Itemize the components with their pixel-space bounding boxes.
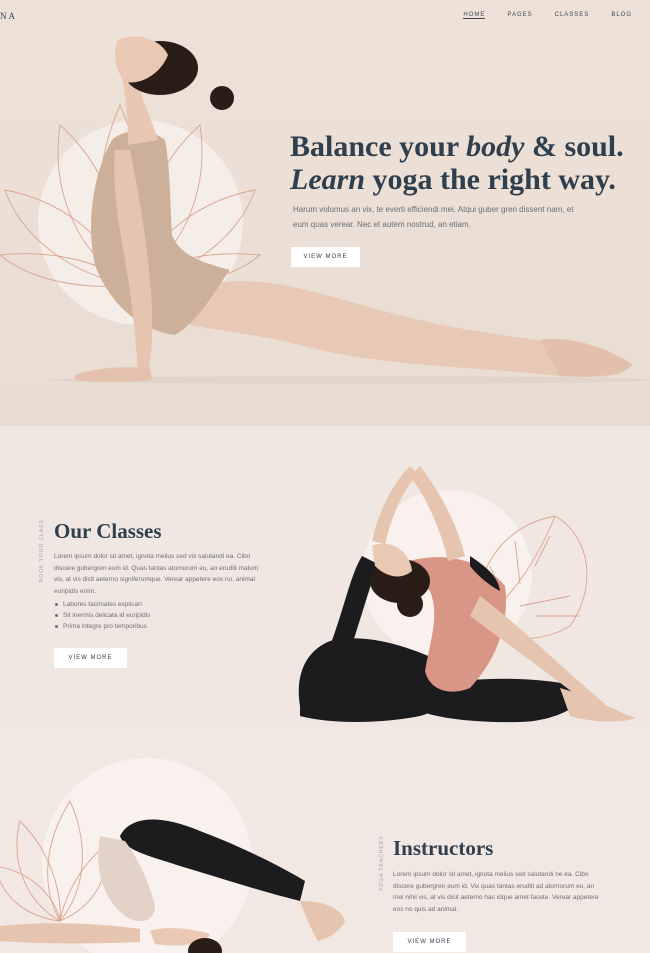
instructors-view-more-button[interactable]: VIEW MORE [393, 932, 466, 952]
list-item: Labores tacimates explicari [54, 599, 150, 610]
hero-title-emphasis: body [466, 130, 525, 163]
classes-vertical-label: BOOK YOUR CLASS [39, 519, 45, 582]
hero-section: NA HOME PAGES CLASSES BLOG Balance your … [0, 0, 650, 426]
instructors-yoga-model-image [0, 819, 345, 953]
classes-title: Our Classes [54, 519, 162, 543]
instructors-section: YOGA TEACHERS Instructors Lorem ipsum do… [0, 726, 650, 953]
hero-title-part: yoga the right way. [365, 163, 616, 196]
classes-description: Lorem ipsum dolor sit amet, ignota meliu… [54, 553, 259, 595]
list-item: Prima integre pro temporibus [54, 621, 150, 632]
hero-view-more-button[interactable]: VIEW MORE [291, 247, 360, 267]
hero-title: Balance your body & soul. Learn yoga the… [290, 130, 624, 196]
hero-title-part: & soul. [524, 130, 624, 163]
hero-title-emphasis: Learn [290, 163, 365, 196]
classes-view-more-button[interactable]: VIEW MORE [54, 648, 127, 668]
instructors-description: Lorem ipsum dolor sit amet, ignota meliu… [393, 871, 599, 913]
list-item: Sit inermis delicata id euripidis [54, 610, 150, 621]
classes-section: BOOK YOUR CLASS Our Classes Lorem ipsum … [0, 426, 650, 726]
hero-title-part: Balance your [290, 130, 467, 163]
instructors-title: Instructors [393, 836, 494, 860]
classes-bullet-list: Labores tacimates explicari Sit inermis … [54, 599, 150, 632]
instructors-vertical-label: YOGA TEACHERS [379, 835, 385, 891]
hero-description: Harum volumus an vix, te everti efficien… [293, 205, 574, 229]
